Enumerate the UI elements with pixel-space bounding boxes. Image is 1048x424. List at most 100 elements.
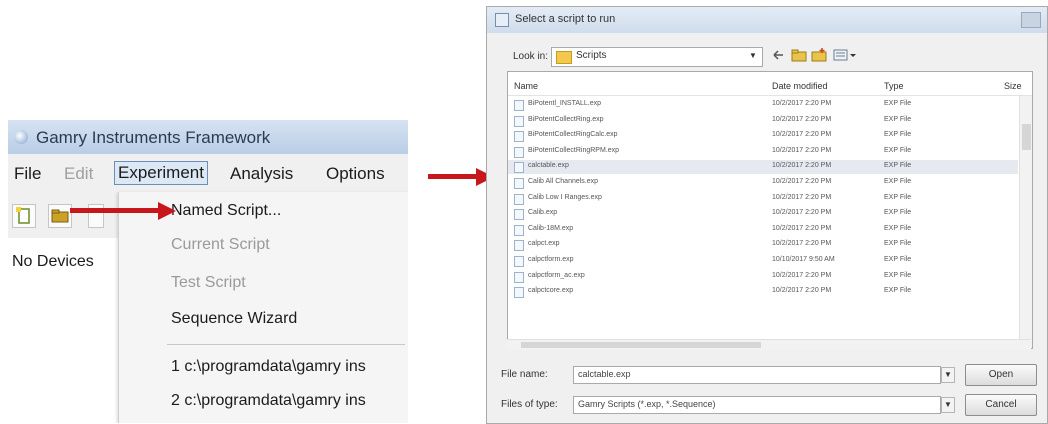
file-row[interactable]: calpctform.exp 10/10/2017 9:50 AM EXP File: [508, 254, 1018, 268]
framework-window: Gamry Instruments Framework File Edit Ex…: [8, 120, 408, 423]
file-name-input[interactable]: calctable.exp: [573, 366, 941, 384]
file-type: EXP File: [884, 193, 912, 201]
new-folder-icon[interactable]: [811, 47, 827, 63]
file-icon: [514, 162, 524, 174]
file-type: EXP File: [884, 146, 912, 154]
file-list[interactable]: Name Date modified Type Size BiPotentl_I…: [507, 71, 1033, 349]
devices-panel: No Devices: [8, 238, 119, 423]
view-menu-icon[interactable]: [833, 47, 857, 63]
up-folder-icon[interactable]: [791, 47, 807, 63]
file-row[interactable]: calpctform_ac.exp 10/2/2017 2:20 PM EXP Fi…: [508, 270, 1018, 284]
file-name: calctable.exp: [528, 162, 569, 170]
menu-item-recent-2[interactable]: 2 c:\programdata\gamry ins: [171, 392, 366, 410]
menu-options[interactable]: Options: [326, 164, 385, 184]
file-name: BiPotentCollectRing.exp: [528, 115, 604, 123]
open-folder-button[interactable]: [48, 204, 72, 228]
file-icon: [514, 193, 524, 205]
file-date: 10/2/2017 2:20 PM: [772, 100, 832, 107]
file-icon: [514, 146, 524, 158]
menu-item-recent-1[interactable]: 1 c:\programdata\gamry ins: [171, 358, 366, 376]
app-icon: [14, 130, 28, 144]
file-date: 10/2/2017 2:20 PM: [772, 240, 832, 248]
menu-item-sequence-wizard[interactable]: Sequence Wizard: [171, 310, 297, 328]
menu-analysis[interactable]: Analysis: [230, 164, 293, 184]
file-icon: [514, 178, 524, 189]
annotation-arrow-head: [158, 202, 176, 220]
file-name: calpctcore.exp: [528, 287, 574, 295]
file-icon: [514, 209, 524, 221]
file-name: Calib All Channels.exp: [528, 178, 599, 185]
file-icon: [514, 271, 524, 283]
dialog-icon: [495, 13, 509, 27]
file-type: EXP File: [884, 178, 912, 185]
file-row[interactable]: calpct.exp 10/2/2017 2:20 PM EXP File: [508, 238, 1018, 252]
menu-item-test-script[interactable]: Test Script: [171, 274, 246, 292]
file-type: EXP File: [884, 224, 912, 232]
cancel-button[interactable]: Cancel: [965, 394, 1037, 416]
column-header-type[interactable]: Type: [884, 81, 904, 91]
look-in-combo[interactable]: Scripts: [551, 47, 763, 67]
back-icon[interactable]: [771, 47, 785, 63]
menu-item-current-script[interactable]: Current Script: [171, 236, 270, 254]
scrollbar-thumb[interactable]: [1022, 124, 1031, 150]
column-header-date[interactable]: Date modified: [772, 81, 828, 91]
horizontal-scrollbar[interactable]: [507, 339, 1031, 350]
file-name: BiPotentCollectRingRPM.exp: [528, 146, 620, 154]
menu-separator: [167, 344, 405, 345]
file-row[interactable]: Calib Low I Ranges.exp 10/2/2017 2:20 PM E…: [508, 192, 1018, 206]
chevron-down-icon[interactable]: ▼: [941, 367, 955, 383]
file-type: EXP File: [884, 115, 912, 123]
file-row[interactable]: Calib.exp 10/2/2017 2:20 PM EXP File: [508, 207, 1018, 221]
scrollbar-thumb[interactable]: [521, 342, 761, 348]
file-name: BiPotentCollectRingCalc.exp: [528, 131, 618, 139]
file-name: Calib-18M.exp: [528, 224, 574, 232]
chevron-down-icon[interactable]: ▼: [747, 49, 759, 63]
file-type: EXP File: [884, 100, 912, 107]
file-icon: [514, 100, 524, 111]
file-date: 10/10/2017 9:50 AM: [772, 256, 835, 263]
file-row[interactable]: BiPotentl_INSTALL.exp 10/2/2017 2:20 PM EX…: [508, 98, 1018, 112]
close-button[interactable]: [1021, 12, 1041, 28]
dialog-title: Select a script to run: [515, 13, 616, 25]
file-row[interactable]: Calib All Channels.exp 10/2/2017 2:20 PM E…: [508, 176, 1018, 190]
menu-item-named-script[interactable]: Named Script...: [171, 202, 281, 220]
menu-file[interactable]: File: [14, 164, 41, 184]
look-in-value: Scripts: [576, 50, 607, 61]
file-type-select[interactable]: Gamry Scripts (*.exp, *.Sequence): [573, 396, 941, 414]
file-name: calpct.exp: [528, 240, 560, 248]
file-row[interactable]: BiPotentCollectRing.exp 10/2/2017 2:20 PM…: [508, 114, 1018, 128]
file-icon: [514, 240, 524, 252]
new-document-button[interactable]: [12, 204, 36, 228]
file-icon: [514, 256, 524, 267]
file-row[interactable]: calctable.exp 10/2/2017 2:20 PM EXP File: [508, 160, 1018, 175]
menu-experiment[interactable]: Experiment: [114, 161, 208, 185]
file-type: EXP File: [884, 256, 912, 263]
file-date: 10/2/2017 2:20 PM: [772, 287, 832, 295]
file-row[interactable]: BiPotentCollectRingCalc.exp 10/2/2017 2:2…: [508, 129, 1018, 143]
chevron-down-icon[interactable]: ▼: [941, 397, 955, 413]
file-type-value: Gamry Scripts (*.exp, *.Sequence): [578, 399, 716, 409]
annotation-arrow-line: [428, 174, 478, 179]
column-header-size[interactable]: Size: [1004, 81, 1022, 91]
file-row[interactable]: calpctcore.exp 10/2/2017 2:20 PM EXP File: [508, 285, 1018, 299]
annotation-arrow-line: [70, 208, 160, 213]
file-date: 10/2/2017 2:20 PM: [772, 224, 832, 232]
file-row[interactable]: Calib-18M.exp 10/2/2017 2:20 PM EXP File: [508, 223, 1018, 237]
toolbar: [8, 198, 118, 232]
vertical-scrollbar[interactable]: [1019, 96, 1032, 348]
file-date: 10/2/2017 2:20 PM: [772, 209, 832, 217]
experiment-dropdown: Named Script... Current Script Test Scri…: [118, 192, 408, 423]
file-row[interactable]: BiPotentCollectRingRPM.exp 10/2/2017 2:20…: [508, 145, 1018, 159]
file-icon: [514, 115, 524, 127]
open-folder-icon: [51, 209, 69, 223]
menu-edit[interactable]: Edit: [64, 164, 93, 184]
file-date: 10/2/2017 2:20 PM: [772, 271, 832, 279]
file-type: EXP File: [884, 287, 912, 295]
file-type: EXP File: [884, 131, 912, 139]
open-button[interactable]: Open: [965, 364, 1037, 386]
column-header-name[interactable]: Name: [514, 81, 538, 91]
folder-icon: [556, 51, 572, 64]
look-in-label: Look in:: [513, 51, 549, 62]
file-name: Calib.exp: [528, 209, 558, 217]
file-icon: [514, 224, 524, 236]
